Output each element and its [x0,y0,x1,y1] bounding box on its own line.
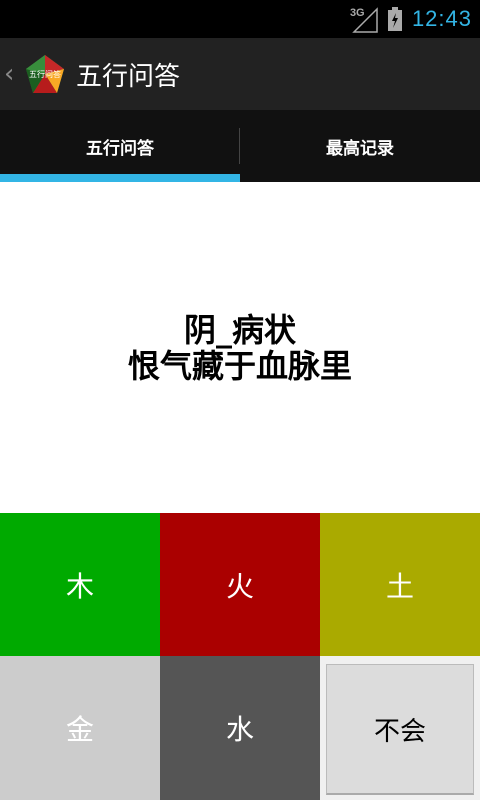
answer-earth-button[interactable]: 土 [320,513,480,656]
app-title: 五行问答 [76,61,181,92]
dont-know-cell: 不会 [320,656,480,800]
answer-metal-button[interactable]: 金 [0,656,160,800]
back-chevron-icon[interactable]: ‹ [4,59,22,89]
question-area: 阴_病状 恨气藏于血脉里 [0,182,480,513]
tab-quiz[interactable]: 五行问答 [0,110,240,182]
question-category: 阴_病状 [183,310,296,349]
answer-grid: 木 火 土 金 水 不会 [0,513,480,800]
answer-water-button[interactable]: 水 [160,656,320,800]
tab-high-score-label: 最高记录 [326,138,394,159]
tab-high-score[interactable]: 最高记录 [240,110,480,182]
answer-fire-button[interactable]: 火 [160,513,320,656]
status-icons: 3G 12:43 [350,0,472,38]
action-bar: ‹ 五行问答 五行问答 [0,38,480,110]
tab-selected-indicator [0,174,240,182]
clock: 12:43 [411,6,472,31]
dont-know-button[interactable]: 不会 [326,664,474,795]
logo-text: 五行问答 [29,69,61,79]
answer-wood-button[interactable]: 木 [0,513,160,656]
battery-icon [387,7,402,31]
app-logo[interactable]: 五行问答 [24,53,66,95]
status-bar: 3G 12:43 [0,0,480,38]
question-text: 恨气藏于血脉里 [127,346,352,385]
tab-quiz-label: 五行问答 [86,138,154,159]
tab-bar: 五行问答 最高记录 [0,110,480,182]
signal-icon: 3G [350,5,378,33]
network-type-label: 3G [349,7,365,19]
